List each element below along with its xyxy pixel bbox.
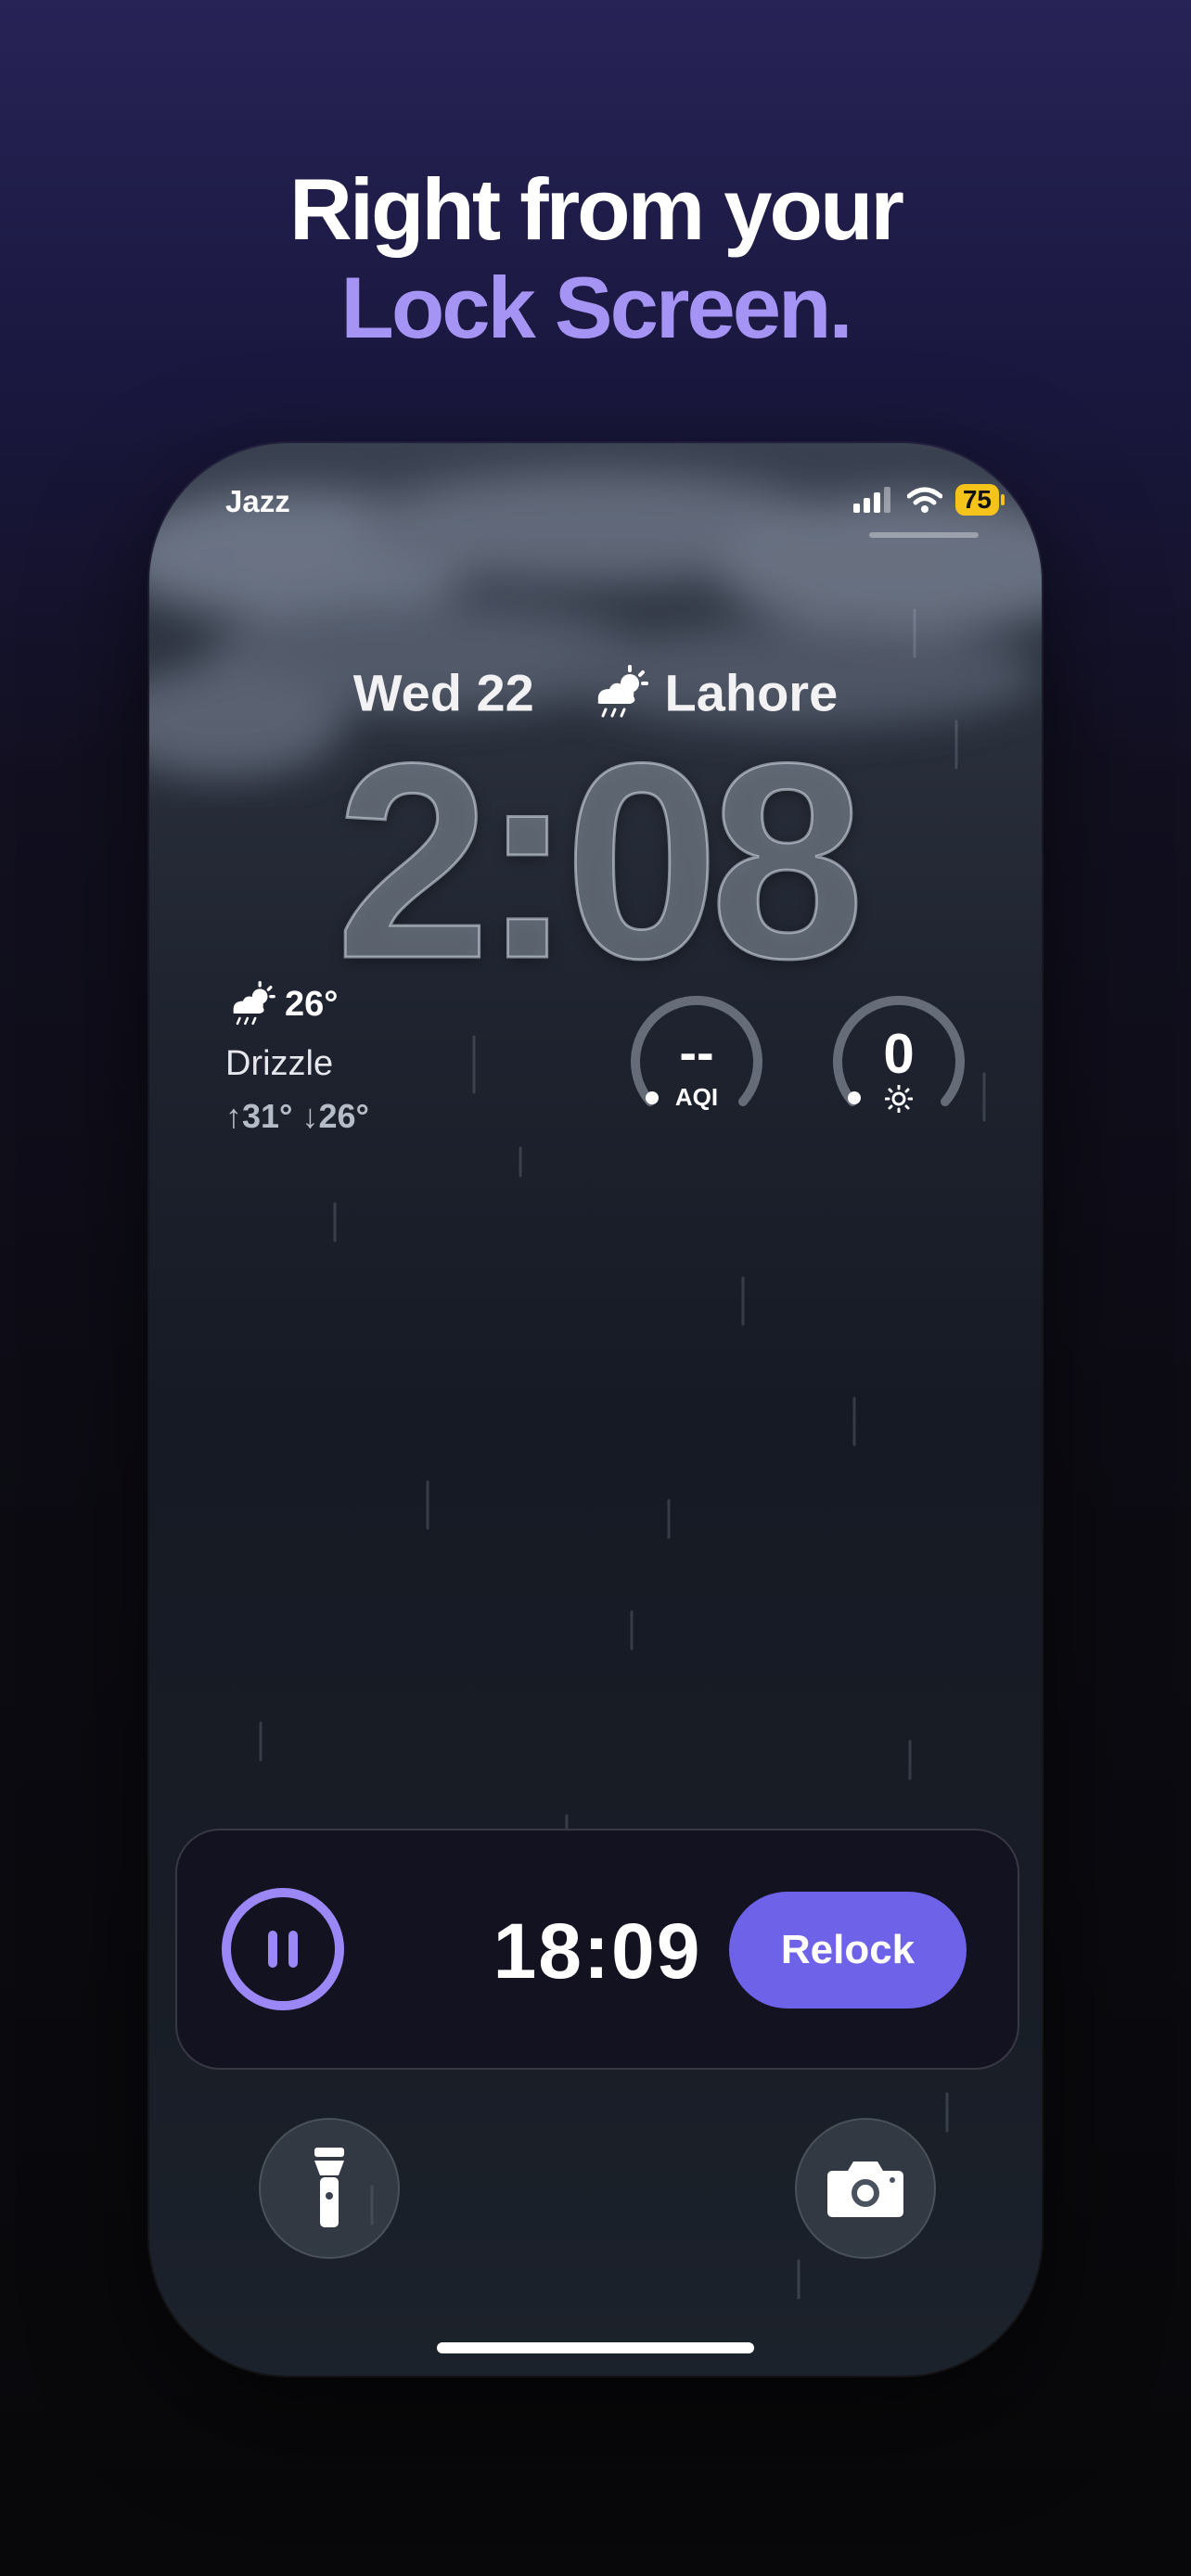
weather-range: ↑31° ↓26° [225, 1097, 369, 1135]
live-activity-card: 18:09 Relock [175, 1829, 1019, 2070]
sun-icon [885, 1085, 913, 1113]
cloud-sun-rain-icon [233, 981, 275, 1026]
lock-screen-clock: 2:08 [334, 705, 865, 1016]
wifi-icon [906, 487, 942, 513]
camera-button[interactable] [795, 2118, 936, 2259]
flashlight-button[interactable] [259, 2118, 400, 2259]
status-icons: 75 [852, 484, 1005, 516]
signal-icon [852, 487, 890, 513]
carrier-label: Jazz [225, 484, 290, 518]
promo-headline-line2: Lock Screen. [340, 259, 852, 356]
flashlight-icon [314, 2148, 344, 2227]
uv-gauge[interactable]: 0 [828, 988, 969, 1129]
promo-headline-line1: Right from your [289, 160, 904, 258]
weather-temperature: 26° [285, 984, 339, 1024]
weather-condition: Drizzle [225, 1044, 334, 1083]
relock-button[interactable]: Relock [729, 1892, 967, 2009]
phone-lock-screen: Jazz 75 Wed 22 Lahore 2:08 26° Drizzle ↑… [149, 443, 1042, 2376]
status-indicator-line [869, 532, 979, 538]
uv-value: 0 [883, 1023, 915, 1085]
battery-icon: 75 [954, 484, 999, 516]
battery-nub [1001, 494, 1005, 505]
camera-icon [827, 2162, 903, 2217]
aqi-label: AQI [674, 1083, 719, 1111]
aqi-value: -- [679, 1023, 714, 1081]
aqi-gauge[interactable]: -- AQI [626, 988, 767, 1129]
home-indicator[interactable] [437, 2342, 754, 2353]
weather-widget[interactable]: 26° Drizzle ↑31° ↓26° [225, 981, 369, 1136]
